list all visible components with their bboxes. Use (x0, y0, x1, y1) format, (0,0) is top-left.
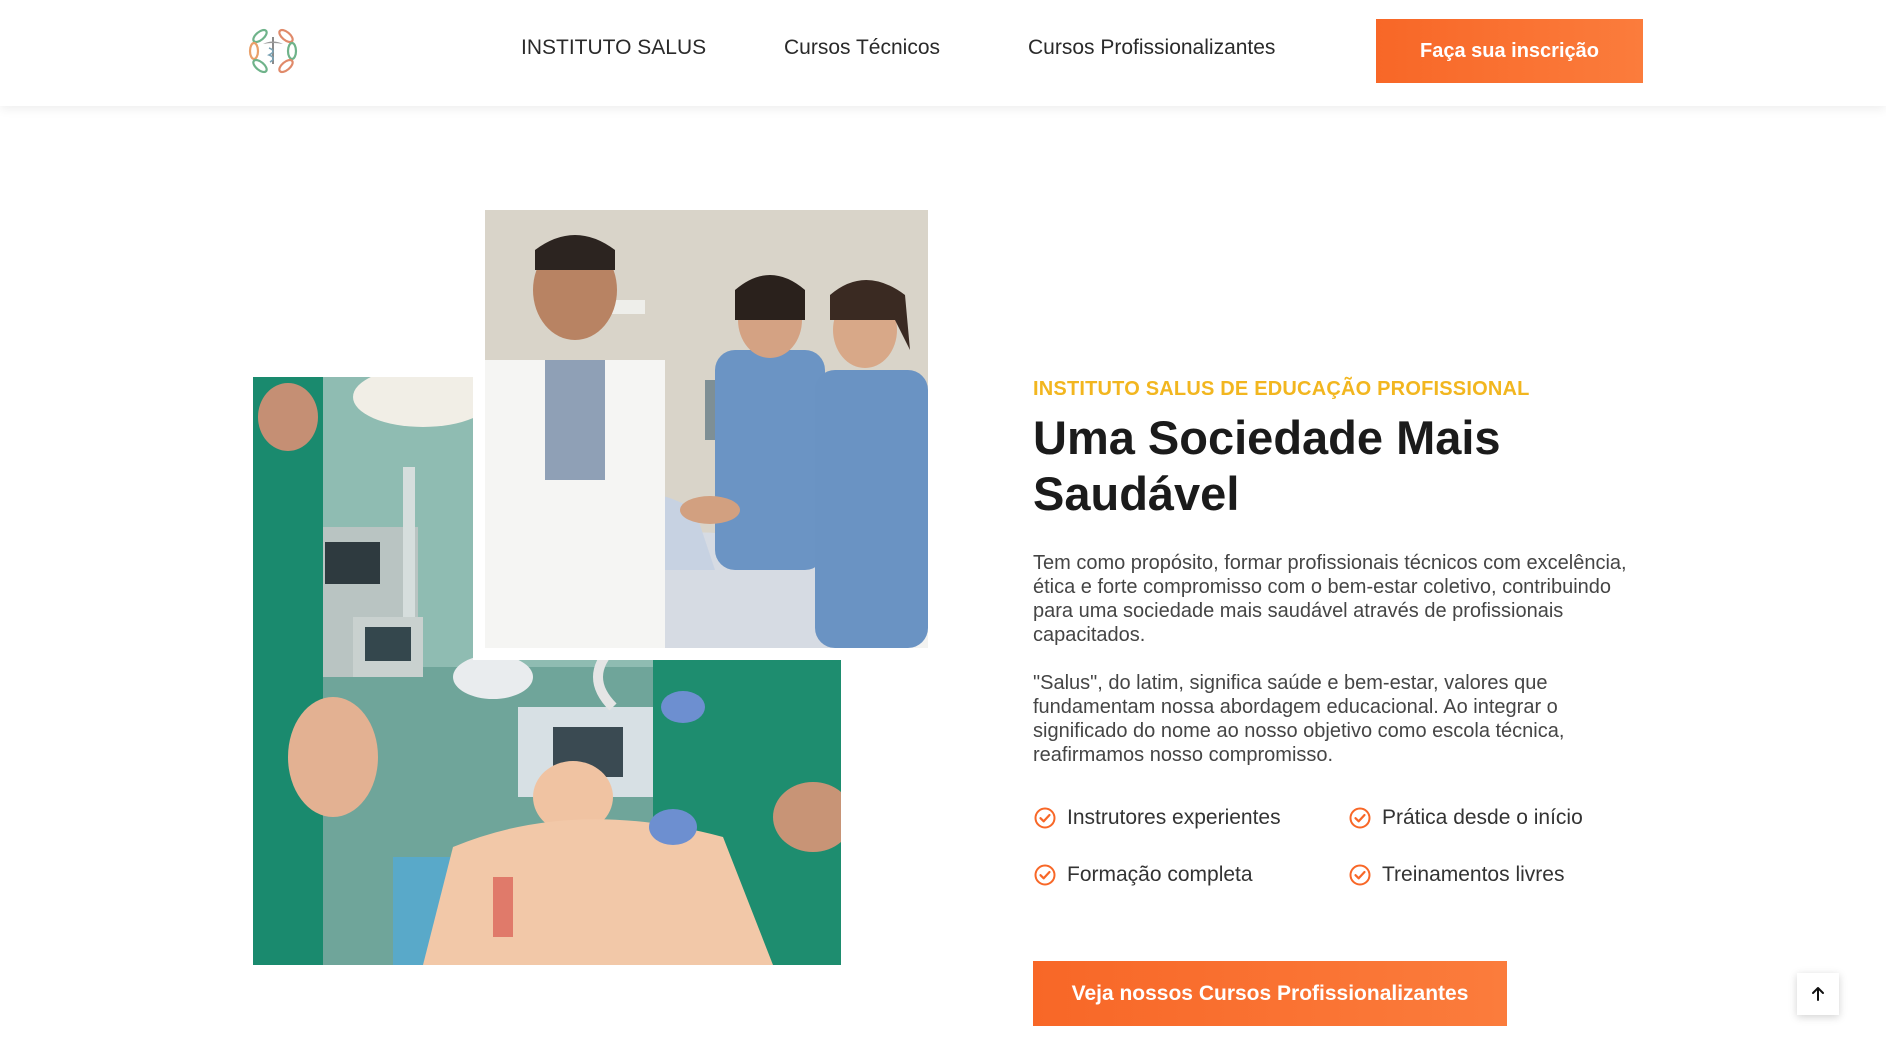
site-header: INSTITUTO SALUS Cursos Técnicos Cursos P… (0, 0, 1886, 106)
salus-meaning-paragraph: "Salus", do latim, significa saúde e bem… (1033, 672, 1565, 766)
check-circle-icon (1034, 864, 1056, 886)
check-circle-icon (1349, 807, 1371, 829)
check-circle-icon (1349, 864, 1371, 886)
feature-label: Formação completa (1067, 863, 1253, 886)
image-frame (473, 198, 940, 660)
feature-item: Instrutores experientes (1033, 806, 1281, 830)
arrow-up-icon (1812, 987, 1824, 1001)
intro-paragraph: Tem como propósito, formar profissionais… (1033, 552, 1627, 646)
doctor-and-nurses-with-patient-photo (485, 210, 928, 648)
check-circle-icon (1034, 807, 1056, 829)
nav-cursos-tecnicos[interactable]: Cursos Técnicos (784, 36, 940, 60)
back-to-top-button[interactable] (1797, 973, 1839, 1015)
section-title: Uma Sociedade Mais Saudável (1033, 411, 1501, 520)
nav-cursos-profissionalizantes[interactable]: Cursos Profissionalizantes (1028, 36, 1275, 60)
feature-label: Prática desde o início (1382, 806, 1583, 829)
feature-item: Prática desde o início (1348, 806, 1583, 830)
feature-item: Treinamentos livres (1348, 863, 1564, 887)
nav-instituto-salus[interactable]: INSTITUTO SALUS (521, 36, 706, 60)
feature-label: Treinamentos livres (1382, 863, 1565, 886)
feature-label: Instrutores experientes (1067, 806, 1281, 829)
enroll-button[interactable]: Faça sua inscrição (1376, 19, 1643, 83)
section-eyebrow: INSTITUTO SALUS DE EDUCAÇÃO PROFISSIONAL (1033, 378, 1530, 400)
feature-item: Formação completa (1033, 863, 1253, 887)
caduceus-wreath-logo[interactable] (243, 20, 303, 80)
view-professional-courses-button[interactable]: Veja nossos Cursos Profissionalizantes (1033, 961, 1507, 1026)
